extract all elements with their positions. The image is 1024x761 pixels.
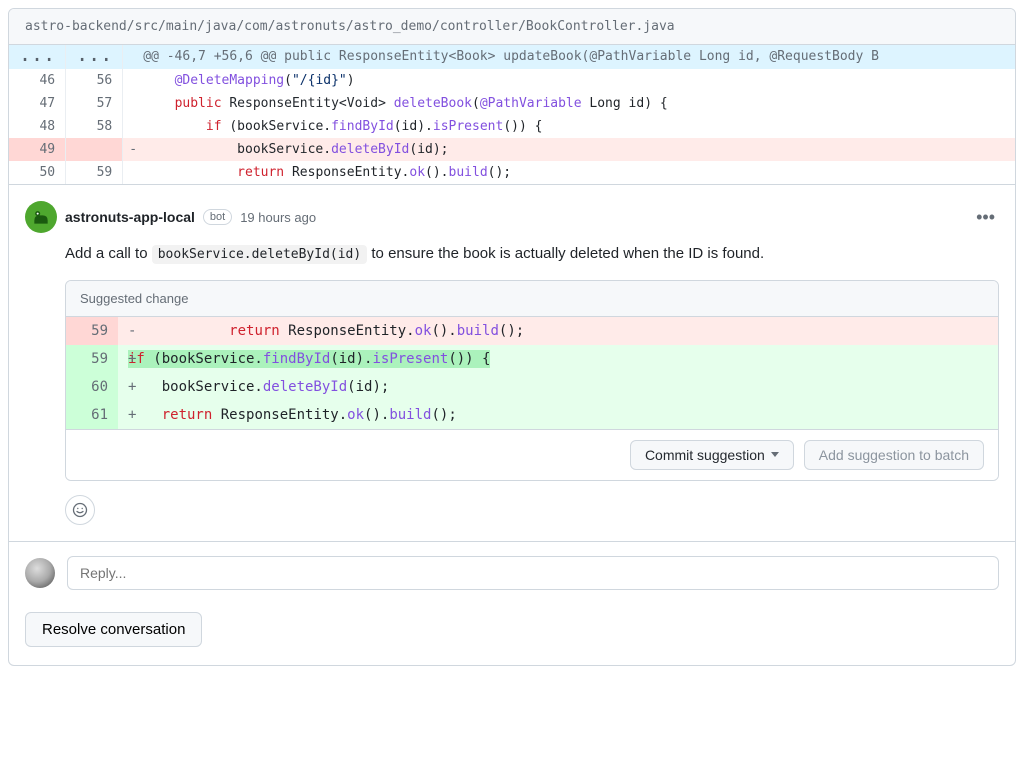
line-number-new[interactable]: 59 [66, 161, 123, 184]
avatar[interactable] [25, 558, 55, 588]
line-number-old[interactable]: 46 [9, 69, 66, 92]
line-number-old[interactable]: 49 [9, 138, 66, 161]
diff-row: 49 - bookService.deleteById(id); [9, 138, 1015, 161]
comment-author[interactable]: astronuts-app-local [65, 209, 195, 225]
line-number-old[interactable]: 48 [9, 115, 66, 138]
suggestion-table: 59- return ResponseEntity.ok().build();5… [66, 317, 998, 429]
line-number: 61 [66, 401, 118, 429]
code-line: if (bookService.findById(id).isPresent()… [123, 115, 1015, 138]
reply-input[interactable] [67, 556, 999, 590]
diff-row: 4757 public ResponseEntity<Void> deleteB… [9, 92, 1015, 115]
kebab-menu-icon[interactable]: ••• [972, 207, 999, 228]
line-number-new[interactable]: 57 [66, 92, 123, 115]
code-line: - bookService.deleteById(id); [123, 138, 1015, 161]
comment-header: astronuts-app-local bot 19 hours ago ••• [25, 201, 999, 233]
suggestion-row: 60+ bookService.deleteById(id); [66, 373, 998, 401]
comment-text: to ensure the book is actually deleted w… [367, 245, 764, 262]
line-number: 59 [66, 317, 118, 345]
code-line: + bookService.deleteById(id); [118, 373, 998, 401]
expand-icon[interactable]: ... [9, 45, 66, 69]
resolve-row: Resolve conversation [9, 604, 1015, 665]
file-path-header[interactable]: astro-backend/src/main/java/com/astronut… [9, 9, 1015, 45]
button-label: Commit suggestion [645, 447, 765, 463]
code-line: +if (bookService.findById(id).isPresent(… [118, 345, 998, 373]
suggestion-row: 59- return ResponseEntity.ok().build(); [66, 317, 998, 345]
comment-body: Add a call to bookService.deleteById(id)… [65, 243, 999, 266]
line-number-new[interactable]: 56 [66, 69, 123, 92]
add-reaction-icon[interactable] [65, 495, 95, 525]
suggestion-box: Suggested change 59- return ResponseEnti… [65, 280, 999, 481]
suggestion-row: 61+ return ResponseEntity.ok().build(); [66, 401, 998, 429]
suggestion-row: 59+if (bookService.findById(id).isPresen… [66, 345, 998, 373]
chevron-down-icon [771, 452, 779, 457]
reply-row [9, 541, 1015, 604]
line-number-old[interactable]: 50 [9, 161, 66, 184]
review-thread-card: astro-backend/src/main/java/com/astronut… [8, 8, 1016, 666]
line-number-old[interactable]: 47 [9, 92, 66, 115]
diff-row: 4656 @DeleteMapping("/{id}") [9, 69, 1015, 92]
hunk-header-row: ... ... @@ -46,7 +56,6 @@ public Respons… [9, 45, 1015, 69]
code-line: - return ResponseEntity.ok().build(); [118, 317, 998, 345]
button-label: Add suggestion to batch [819, 447, 969, 463]
line-number-new[interactable]: 58 [66, 115, 123, 138]
suggestion-actions: Commit suggestion Add suggestion to batc… [66, 429, 998, 480]
avatar[interactable] [25, 201, 57, 233]
suggestion-title: Suggested change [66, 281, 998, 317]
comment-timestamp[interactable]: 19 hours ago [240, 210, 316, 225]
expand-icon[interactable]: ... [66, 45, 123, 69]
diff-row: 5059 return ResponseEntity.ok().build(); [9, 161, 1015, 184]
hunk-header-text: @@ -46,7 +56,6 @@ public ResponseEntity<… [123, 45, 1015, 69]
line-number: 60 [66, 373, 118, 401]
diff-row: 4858 if (bookService.findById(id).isPres… [9, 115, 1015, 138]
code-line: + return ResponseEntity.ok().build(); [118, 401, 998, 429]
code-line: public ResponseEntity<Void> deleteBook(@… [123, 92, 1015, 115]
bot-badge: bot [203, 209, 232, 225]
commit-suggestion-button[interactable]: Commit suggestion [630, 440, 794, 470]
line-number: 59 [66, 345, 118, 373]
comment-container: astronuts-app-local bot 19 hours ago •••… [9, 184, 1015, 541]
diff-table: ... ... @@ -46,7 +56,6 @@ public Respons… [9, 45, 1015, 184]
inline-code: bookService.deleteById(id) [152, 245, 368, 264]
add-to-batch-button[interactable]: Add suggestion to batch [804, 440, 984, 470]
line-number-new[interactable] [66, 138, 123, 161]
code-line: return ResponseEntity.ok().build(); [123, 161, 1015, 184]
code-line: @DeleteMapping("/{id}") [123, 69, 1015, 92]
comment-text: Add a call to [65, 245, 152, 262]
resolve-conversation-button[interactable]: Resolve conversation [25, 612, 202, 647]
